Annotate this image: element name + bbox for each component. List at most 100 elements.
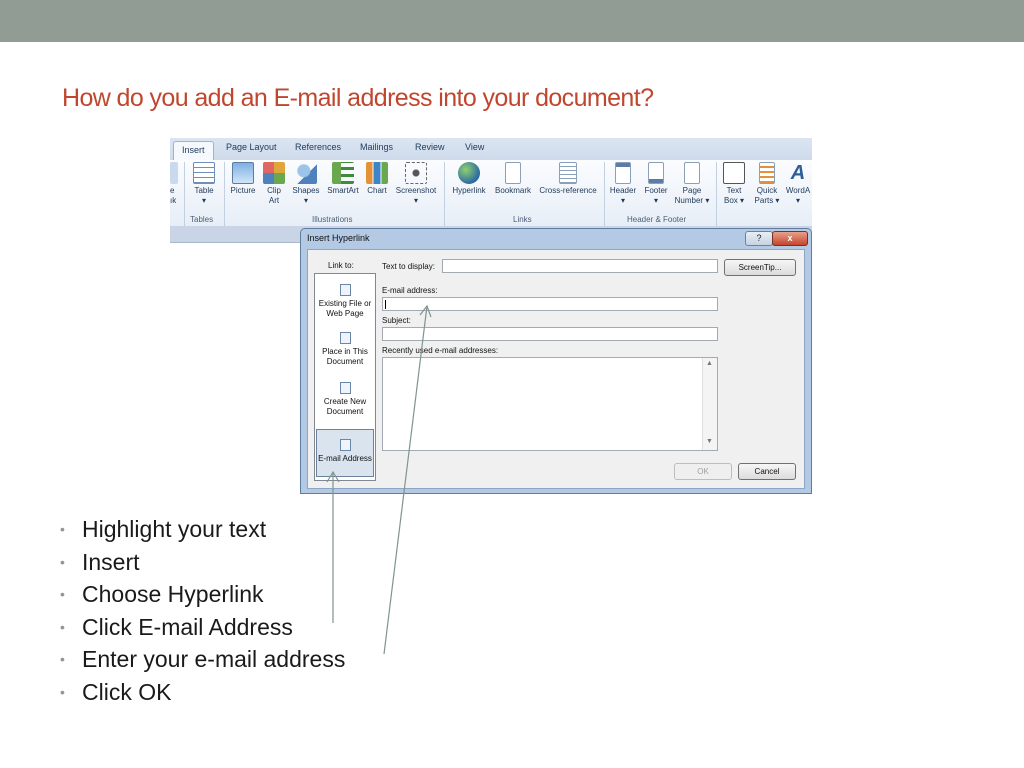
group-separator <box>184 162 185 226</box>
link-option-email-address[interactable]: E-mail Address <box>316 429 374 477</box>
recent-addresses-list[interactable]: ▲ ▼ <box>382 357 718 451</box>
page-number-label-2: Number ▾ <box>674 196 710 205</box>
link-option-place-in-document[interactable]: Place in This Document <box>316 332 374 367</box>
ribbon-tabs: Insert Page Layout References Mailings R… <box>170 138 812 161</box>
picture-label: Picture <box>230 186 256 195</box>
link-option-label: Web Page <box>326 309 364 318</box>
quick-parts-icon <box>759 162 775 184</box>
subject-field[interactable] <box>382 327 718 341</box>
email-address-label: E-mail address: <box>382 286 438 295</box>
link-option-label: Create New <box>323 397 367 406</box>
dropdown-arrow: ▾ <box>795 196 800 205</box>
ribbon-panel: e ık Table ▾ Picture Clip Art Shapes ▾ S… <box>170 160 812 226</box>
group-separator <box>444 162 445 226</box>
link-option-existing-file[interactable]: Existing File or Web Page <box>316 284 374 319</box>
close-button[interactable]: x <box>772 231 808 246</box>
wordart-label: WordA <box>785 186 811 195</box>
group-separator <box>224 162 225 226</box>
group-label-links: Links <box>513 215 532 224</box>
link-option-create-new-document[interactable]: Create New Document <box>316 382 374 417</box>
page-number-button[interactable]: Page Number ▾ <box>672 162 712 206</box>
chart-label: Chart <box>367 186 387 195</box>
text-box-button[interactable]: Text Box ▾ <box>720 162 748 206</box>
quick-parts-label-1: Quick <box>756 186 778 195</box>
tab-mailings[interactable]: Mailings <box>360 142 393 152</box>
text-caret <box>385 300 386 309</box>
group-label-header-footer: Header & Footer <box>627 215 687 224</box>
scroll-down-icon[interactable]: ▼ <box>706 438 713 445</box>
cancel-button[interactable]: Cancel <box>738 463 796 480</box>
clip-art-button[interactable]: Clip Art <box>262 162 286 206</box>
text-to-display-field[interactable] <box>442 259 718 273</box>
dialog-title: Insert Hyperlink <box>307 233 370 243</box>
screenshot-button[interactable]: Screenshot ▾ <box>392 162 440 206</box>
chart-button[interactable]: Chart <box>364 162 390 196</box>
header-button[interactable]: Header ▾ <box>606 162 640 206</box>
picture-icon <box>232 162 254 184</box>
tab-references[interactable]: References <box>295 142 341 152</box>
text-box-label-2: Box ▾ <box>723 196 745 205</box>
partial-label-2: ık <box>170 196 177 205</box>
clip-art-label-2: Art <box>268 196 280 205</box>
scroll-up-icon[interactable]: ▲ <box>706 360 713 367</box>
cross-reference-button[interactable]: Cross-reference <box>536 162 600 196</box>
globe-document-icon <box>339 284 351 296</box>
bullet-dot: • <box>60 586 65 602</box>
insert-hyperlink-dialog: Insert Hyperlink ? x Link to: Existing F… <box>300 228 812 494</box>
bullet-item: • Insert <box>60 547 345 580</box>
header-icon <box>615 162 631 184</box>
bullet-text: Click OK <box>82 678 172 705</box>
link-option-label: Place in This <box>322 347 368 356</box>
bullet-dot: • <box>60 618 65 635</box>
footer-label: Footer <box>644 186 668 195</box>
bullet-text: Click E-mail Address <box>82 613 293 640</box>
partial-button[interactable]: e ık <box>170 162 180 206</box>
dialog-body: Link to: Existing File or Web Page Place… <box>307 249 805 489</box>
bullet-text: Choose Hyperlink <box>82 581 264 607</box>
group-label-illustrations: Illustrations <box>312 215 353 224</box>
shapes-label: Shapes <box>292 186 320 195</box>
header-label: Header <box>609 186 637 195</box>
group-label-tables: Tables <box>190 215 214 224</box>
bookmark-button[interactable]: Bookmark <box>492 162 534 196</box>
wordart-button[interactable]: A WordA ▾ <box>784 162 812 206</box>
scrollbar[interactable]: ▲ ▼ <box>702 358 717 450</box>
chart-icon <box>366 162 388 184</box>
table-label: Table <box>194 186 214 195</box>
tab-view[interactable]: View <box>465 142 484 152</box>
screentip-button[interactable]: ScreenTip... <box>724 259 796 276</box>
bullet-text: Enter your e-mail address <box>82 646 346 672</box>
table-button[interactable]: Table ▾ <box>188 162 220 206</box>
hyperlink-button[interactable]: Hyperlink <box>448 162 490 196</box>
bullet-dot: • <box>60 553 65 570</box>
bullet-dot: • <box>60 521 65 537</box>
globe-icon <box>458 162 480 184</box>
tab-review[interactable]: Review <box>415 142 445 152</box>
place-in-document-icon <box>339 332 351 344</box>
footer-button[interactable]: Footer ▾ <box>640 162 672 206</box>
subject-label: Subject: <box>382 316 411 325</box>
page-number-label-1: Page <box>682 186 702 195</box>
text-box-label-1: Text <box>726 186 742 195</box>
clip-art-icon <box>263 162 285 184</box>
tab-page-layout[interactable]: Page Layout <box>226 142 277 152</box>
smartart-button[interactable]: SmartArt <box>324 162 362 196</box>
bullet-dot: • <box>60 651 65 667</box>
cross-reference-icon <box>559 162 577 184</box>
cross-reference-label: Cross-reference <box>539 186 597 195</box>
bullet-text: Highlight your text <box>82 516 267 542</box>
help-button[interactable]: ? <box>745 231 773 246</box>
shapes-button[interactable]: Shapes ▾ <box>290 162 322 206</box>
smartart-icon <box>332 162 354 184</box>
quick-parts-button[interactable]: Quick Parts ▾ <box>752 162 782 206</box>
bullet-item: • Highlight your text <box>60 514 345 547</box>
new-document-icon <box>339 382 351 394</box>
shapes-icon <box>295 162 317 184</box>
smartart-label: SmartArt <box>327 186 359 195</box>
hyperlink-label: Hyperlink <box>452 186 486 195</box>
bullet-dot: • <box>60 683 65 700</box>
tab-insert[interactable]: Insert <box>173 141 214 160</box>
email-address-field[interactable] <box>382 297 718 311</box>
ok-button[interactable]: OK <box>674 463 732 480</box>
picture-button[interactable]: Picture <box>228 162 258 196</box>
